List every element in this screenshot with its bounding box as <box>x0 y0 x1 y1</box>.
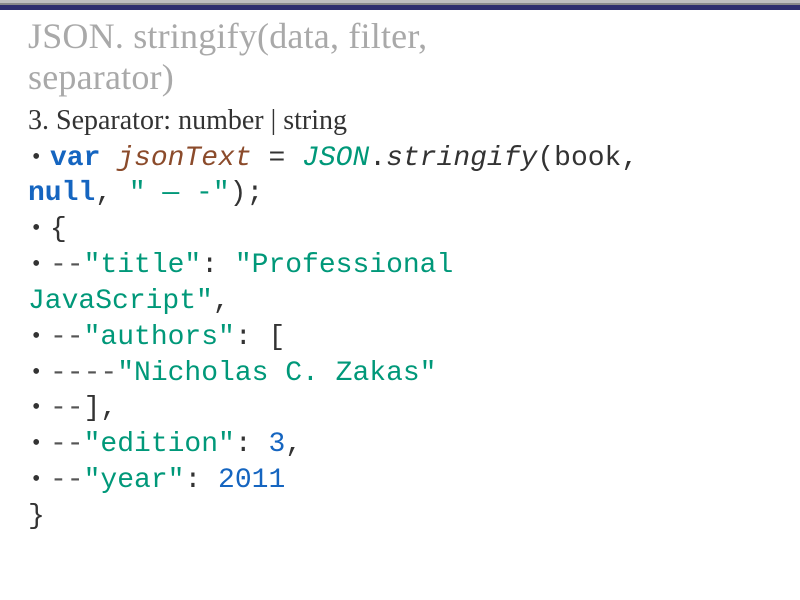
key-authors: "authors" <box>84 322 235 353</box>
title-line-1: JSON. stringify(data, filter, <box>28 16 427 56</box>
code-line-title-wrap: JavaScript", <box>28 284 772 320</box>
stringify-method: stringify <box>386 143 537 174</box>
key-title: "title" <box>84 250 202 281</box>
slide-content: JSON. stringify(data, filter, separator)… <box>0 10 800 535</box>
slide-title: JSON. stringify(data, filter, separator) <box>28 16 772 99</box>
code-line-year: --"year": 2011 <box>28 463 772 499</box>
value-author: "Nicholas C. Zakas" <box>117 358 436 389</box>
value-edition: 3 <box>268 429 285 460</box>
value-title-part1: "Professional <box>235 250 453 281</box>
code-line-close-brace: } <box>28 499 772 535</box>
code-line-edition: --"edition": 3, <box>28 427 772 463</box>
code-line-null: null, " — -"); <box>28 176 772 212</box>
key-year: "year" <box>84 465 185 496</box>
slide: JSON. stringify(data, filter, separator)… <box>0 0 800 600</box>
separator-string: " — -" <box>129 178 230 209</box>
value-year: 2011 <box>218 465 285 496</box>
code-line-open-brace: { <box>28 212 772 248</box>
keyword-var: var <box>50 143 100 174</box>
code-line-title: --"title": "Professional <box>28 248 772 284</box>
code-line-var: var jsonText = JSON.stringify(book, <box>28 141 772 177</box>
code-line-authors: --"authors": [ <box>28 320 772 356</box>
json-type: JSON <box>302 143 369 174</box>
variable-name: jsonText <box>100 143 251 174</box>
code-line-author-name: ----"Nicholas C. Zakas" <box>28 356 772 392</box>
code-line-array-close: --], <box>28 391 772 427</box>
title-accent-bar <box>0 0 800 10</box>
keyword-null: null <box>28 178 95 209</box>
value-title-part2: JavaScript" <box>28 286 213 317</box>
title-line-2: separator) <box>28 57 174 97</box>
key-edition: "edition" <box>84 429 235 460</box>
slide-body: 3. Separator: number | string var jsonTe… <box>28 103 772 535</box>
subheading: 3. Separator: number | string <box>28 103 772 139</box>
code-block: var jsonText = JSON.stringify(book, null… <box>28 141 772 535</box>
